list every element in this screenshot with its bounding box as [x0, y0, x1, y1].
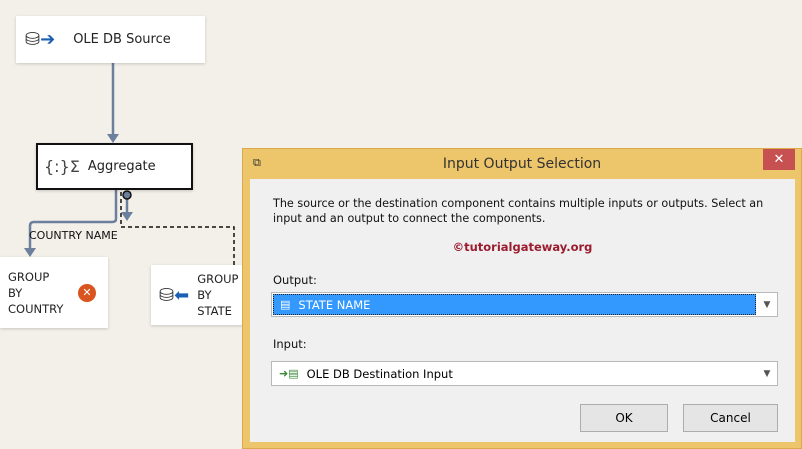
aggregate-node-label: Aggregate: [87, 159, 156, 174]
ole-db-source-node[interactable]: ⛁➔ OLE DB Source: [16, 16, 205, 63]
label-line: BY: [8, 285, 23, 300]
database-source-icon: ⛁➔: [25, 29, 56, 50]
state-node-label: GROUP BY STATE: [197, 271, 238, 319]
output-value-area: ▤ STATE NAME: [273, 294, 756, 315]
aggregate-icon: {:}Σ: [44, 157, 80, 176]
dialog-description: The source or the destination component …: [273, 197, 764, 225]
country-node-label: GROUP BY COUNTRY: [8, 269, 78, 317]
group-by-state-node[interactable]: ⛁⬅ GROUP BY STATE: [151, 265, 251, 325]
aggregate-node[interactable]: {:}Σ Aggregate: [36, 143, 193, 190]
label-line: GROUP: [8, 269, 50, 284]
database-destination-icon: ⛁⬅: [159, 284, 190, 306]
input-output-selection-dialog: ⧉ Input Output Selection ✕ The source or…: [242, 148, 802, 449]
watermark: ©tutorialgateway.org: [452, 240, 593, 254]
error-icon: ✕: [78, 283, 96, 302]
output-select[interactable]: ▤ STATE NAME ▼: [271, 292, 778, 317]
chevron-down-icon[interactable]: ▼: [757, 300, 777, 310]
path-label: COUNTRY NAME: [29, 229, 118, 242]
close-button[interactable]: ✕: [763, 149, 795, 170]
output-label: Output:: [273, 273, 317, 287]
dialog-title: Input Output Selection: [442, 156, 602, 172]
label-line: BY: [197, 288, 212, 302]
input-value: OLE DB Destination Input: [306, 366, 453, 381]
output-value: STATE NAME: [298, 297, 371, 312]
label-line: COUNTRY: [8, 301, 64, 316]
dialog-client: The source or the destination component …: [250, 179, 795, 442]
input-label: Input:: [273, 337, 307, 351]
ok-button[interactable]: OK: [580, 404, 668, 432]
group-by-country-node[interactable]: GROUP BY COUNTRY ✕: [0, 257, 108, 328]
input-select[interactable]: ➜▤ OLE DB Destination Input ▼: [271, 361, 778, 386]
label-line: STATE: [197, 304, 232, 318]
label-line: GROUP: [197, 272, 239, 286]
output-icon: ▤: [280, 298, 291, 311]
cancel-button[interactable]: Cancel: [683, 404, 778, 432]
source-node-label: OLE DB Source: [73, 32, 171, 47]
chevron-down-icon[interactable]: ▼: [757, 369, 777, 379]
input-value-area: ➜▤ OLE DB Destination Input: [273, 363, 756, 384]
input-icon: ➜▤: [279, 367, 299, 380]
